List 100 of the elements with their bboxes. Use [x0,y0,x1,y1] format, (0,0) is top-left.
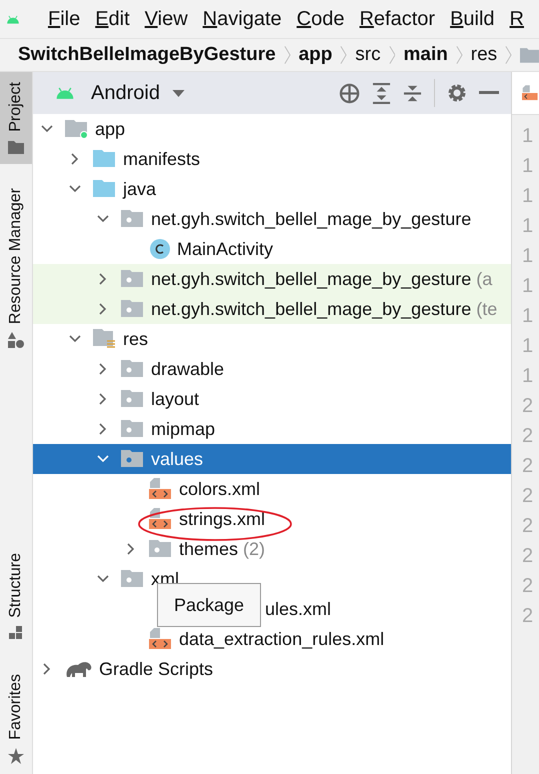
line-number: 1 [522,304,534,329]
chevron-down-icon[interactable] [97,573,109,585]
line-number: 1 [522,154,534,179]
tree-item-label[interactable]: net.gyh.switch_bellel_mage_by_gesture [151,208,472,230]
breadcrumb-item[interactable]: src [355,44,381,66]
line-number: 2 [522,454,534,479]
chevron-down-icon[interactable] [97,213,109,225]
shapes-icon [8,332,24,348]
xml-file-icon [149,508,173,530]
module-folder-icon [65,119,89,139]
chevron-right-icon[interactable] [69,153,81,165]
settings-icon[interactable] [447,83,467,103]
package-folder-icon [121,419,145,439]
folder-icon [520,46,539,64]
folder-icon [93,179,117,199]
folder-icon [93,149,117,169]
tree-item-note: (te [476,298,498,320]
menu-item[interactable]: View [144,8,188,30]
tree-item-label[interactable]: java [123,178,156,200]
line-number: 2 [522,574,534,599]
chevron-icon [456,43,463,67]
tree-item-label[interactable]: values [151,448,204,470]
chevron-right-icon[interactable] [125,543,137,555]
tree-item-label[interactable]: layout [151,388,200,410]
line-number: 1 [522,184,534,209]
structure-icon [9,626,23,640]
tool-window-tab[interactable]: Favorites [0,664,32,774]
chevron-icon [340,43,348,67]
tooltip: Package [157,583,261,627]
target-icon[interactable] [339,82,360,104]
package-folder-icon [149,539,173,559]
tree-item-label[interactable]: ules.xml [265,598,332,620]
minimize-icon[interactable] [479,91,499,95]
line-number: 1 [522,334,534,359]
tree-item-label[interactable]: net.gyh.switch_bellel_mage_by_gesture [151,298,472,320]
line-number: 1 [522,244,534,269]
line-number: 1 [522,274,534,299]
menu-item[interactable]: Navigate [202,8,282,30]
chevron-right-icon[interactable] [41,663,53,675]
tree-item-label[interactable]: Gradle Scripts [99,658,214,680]
tree-item-label[interactable]: manifests [123,148,200,170]
chevron-icon [505,43,512,67]
chevron-icon [388,43,396,67]
chevron-down-icon[interactable] [97,453,109,465]
package-folder-icon [121,569,145,589]
dropdown-arrow-icon[interactable] [172,90,185,96]
tool-window-tab[interactable]: Project [0,72,32,164]
line-number: 2 [522,514,534,539]
android-icon [55,87,75,99]
tree-item-label[interactable]: mipmap [151,418,216,440]
breadcrumb-item[interactable]: SwitchBelleImageByGesture [18,44,276,66]
package-folder-icon [121,389,145,409]
resource-folder-icon [93,328,117,350]
line-number: 1 [522,364,534,389]
folder-icon [8,140,24,154]
line-number: 2 [522,424,534,449]
tool-window-tab[interactable]: Structure [0,543,32,650]
tree-item-label[interactable]: drawable [151,358,224,380]
tree-item-label[interactable]: MainActivity [177,238,274,260]
package-folder-icon [121,209,145,229]
breadcrumb-item[interactable]: main [403,44,448,66]
chevron-down-icon[interactable] [69,333,81,345]
line-number: 2 [522,604,534,629]
class-icon [149,238,171,260]
menu-item[interactable]: R [510,8,524,30]
tree-item-note: (2) [243,538,266,560]
menu-item[interactable]: Build [450,8,495,30]
chevron-right-icon[interactable] [97,303,109,315]
package-folder-icon [121,269,145,289]
menu-item[interactable]: Edit [95,8,130,30]
package-folder-icon [121,359,145,379]
expand-all-icon[interactable] [372,82,391,104]
menu-item[interactable]: File [48,8,80,30]
line-number: 2 [522,484,534,509]
package-folder-icon [121,299,145,319]
line-number: 2 [522,544,534,569]
chevron-down-icon[interactable] [41,123,53,135]
menu-item[interactable]: Refactor [359,8,436,30]
tree-item-label[interactable]: colors.xml [179,478,260,500]
tree-item-label[interactable]: res [123,328,148,350]
tree-item-label[interactable]: data_extraction_rules.xml [179,628,384,650]
chevron-down-icon[interactable] [69,183,81,195]
breadcrumb-item[interactable]: app [298,44,332,66]
tree-item-note: (a [476,268,492,290]
menu-item[interactable]: Code [296,8,344,30]
breadcrumb-item[interactable]: res [470,44,498,66]
tree-item-label[interactable]: net.gyh.switch_bellel_mage_by_gesture [151,268,472,290]
elephant-icon [65,659,93,679]
chevron-icon [284,43,291,67]
tree-item-label[interactable]: themes [179,538,238,560]
chevron-right-icon[interactable] [97,273,109,285]
line-number: 1 [522,124,534,149]
xml-file-icon [149,478,173,500]
tool-window-tab[interactable]: Resource Manager [0,178,32,358]
chevron-right-icon[interactable] [97,363,109,375]
chevron-right-icon[interactable] [97,393,109,405]
view-selector[interactable]: Android [91,82,160,104]
tree-item-label[interactable]: app [95,118,126,140]
line-number: 2 [522,394,534,419]
chevron-right-icon[interactable] [97,423,109,435]
